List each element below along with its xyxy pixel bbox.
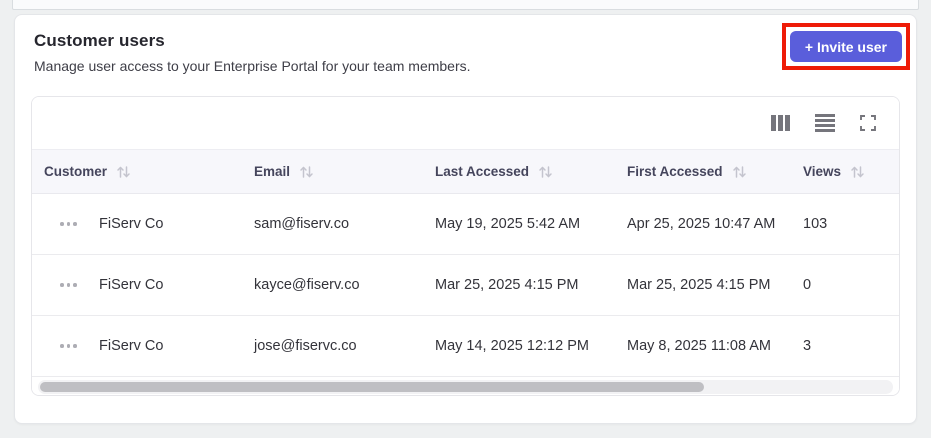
sort-icon (850, 165, 865, 179)
sort-icon (732, 165, 747, 179)
column-label: First Accessed (627, 164, 723, 179)
first-accessed-cell: May 8, 2025 11:08 AM (627, 338, 772, 354)
columns-icon[interactable] (771, 115, 790, 131)
card-header: Customer users Manage user access to you… (31, 23, 910, 74)
fullscreen-icon[interactable] (860, 115, 876, 131)
email-cell: jose@fiservc.co (254, 338, 357, 354)
heading-block: Customer users Manage user access to you… (34, 31, 471, 74)
previous-card-bottom-edge (12, 0, 919, 10)
customer-users-card: Customer users Manage user access to you… (14, 14, 917, 424)
last-accessed-cell: Mar 25, 2025 4:15 PM (435, 277, 579, 293)
last-accessed-cell: May 19, 2025 5:42 AM (435, 216, 581, 232)
scrollbar-thumb[interactable] (40, 382, 704, 392)
column-label: Email (254, 164, 291, 179)
sort-icon (538, 165, 553, 179)
sort-icon (299, 165, 314, 179)
row-actions-menu-icon[interactable] (60, 283, 78, 287)
column-label: Customer (44, 164, 108, 179)
invite-user-button[interactable]: + Invite user (789, 31, 902, 62)
column-header-views[interactable]: Views (773, 164, 899, 179)
horizontal-scrollbar (32, 377, 899, 395)
page-subtitle: Manage user access to your Enterprise Po… (34, 58, 471, 74)
table-toolbar (32, 97, 899, 149)
last-accessed-cell: May 14, 2025 12:12 PM (435, 338, 589, 354)
views-cell: 103 (803, 216, 828, 232)
table-row: FiServ Co sam@fiserv.co May 19, 2025 5:4… (32, 194, 899, 255)
sort-icon (116, 165, 131, 179)
column-header-last-accessed[interactable]: Last Accessed (405, 164, 597, 179)
views-cell: 0 (803, 277, 812, 293)
column-label: Last Accessed (435, 164, 530, 179)
table-row: FiServ Co jose@fiservc.co May 14, 2025 1… (32, 316, 899, 377)
customer-cell: FiServ Co (32, 277, 224, 293)
column-header-email[interactable]: Email (224, 164, 405, 179)
row-density-icon[interactable] (815, 114, 835, 132)
customer-cell: FiServ Co (32, 338, 224, 354)
first-accessed-cell: Mar 25, 2025 4:15 PM (627, 277, 771, 293)
row-actions-menu-icon[interactable] (60, 222, 78, 226)
first-accessed-cell: Apr 25, 2025 10:47 AM (627, 216, 776, 232)
scrollbar-track[interactable] (38, 380, 893, 394)
table-row: FiServ Co kayce@fiserv.co Mar 25, 2025 4… (32, 255, 899, 316)
annotation-highlight-box: + Invite user (781, 23, 910, 70)
customer-name: FiServ Co (99, 338, 164, 354)
page-title: Customer users (34, 31, 165, 50)
customer-cell: FiServ Co (32, 216, 224, 232)
customer-name: FiServ Co (99, 216, 164, 232)
column-header-first-accessed[interactable]: First Accessed (597, 164, 773, 179)
views-cell: 3 (803, 338, 812, 354)
row-actions-menu-icon[interactable] (60, 344, 78, 348)
email-cell: kayce@fiserv.co (254, 277, 360, 293)
table-header-row: Customer Email Last Accessed First Acces… (32, 149, 899, 194)
column-header-customer[interactable]: Customer (32, 164, 224, 179)
users-table: Customer Email Last Accessed First Acces… (31, 96, 900, 396)
email-cell: sam@fiserv.co (254, 216, 350, 232)
column-label: Views (803, 164, 842, 179)
customer-name: FiServ Co (99, 277, 164, 293)
